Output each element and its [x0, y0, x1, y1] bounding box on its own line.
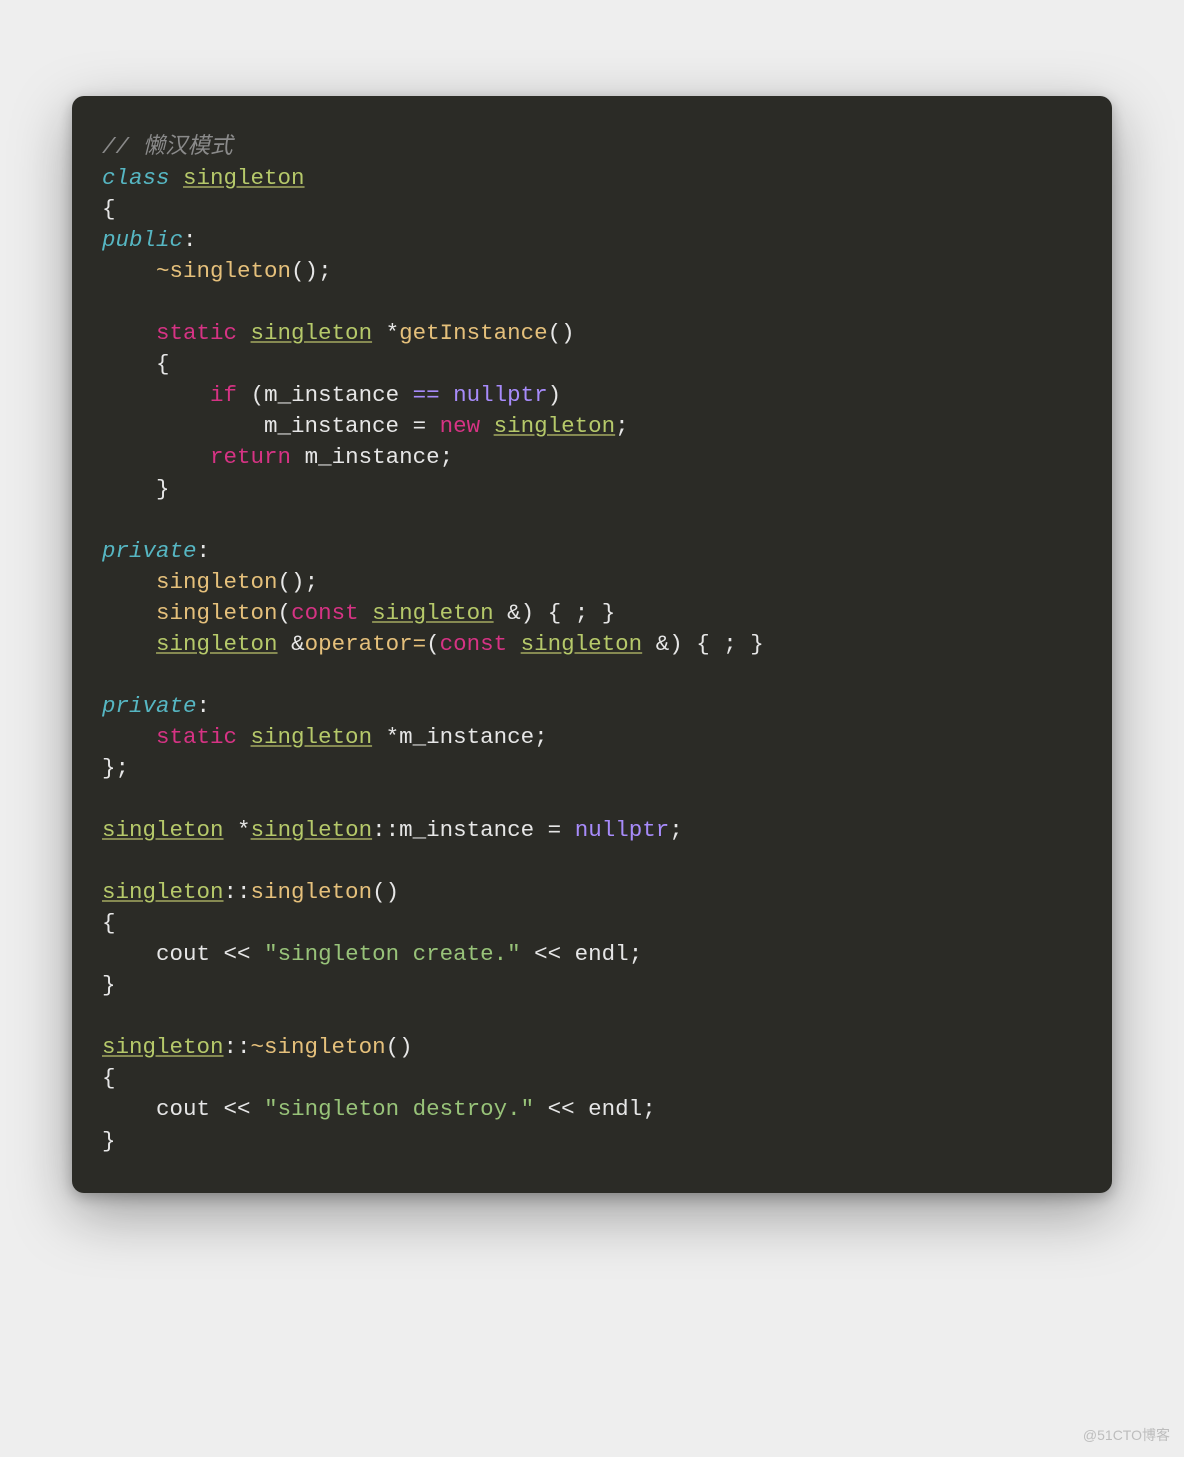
parens2: ()	[548, 320, 575, 346]
brace-close4: }	[102, 1128, 116, 1154]
scope-singleton2: singleton	[102, 879, 224, 905]
colon2: :	[197, 538, 211, 564]
class-close: };	[102, 755, 129, 781]
cout: cout	[156, 941, 210, 967]
m-instance2: m_instance	[264, 413, 399, 439]
semi2: ;	[615, 413, 629, 439]
parens4: ()	[372, 879, 399, 905]
star: *	[386, 320, 400, 346]
amp3: &	[656, 631, 670, 657]
lparen3: (	[426, 631, 440, 657]
lparen2: (	[278, 600, 292, 626]
ctor-def: singleton	[251, 879, 373, 905]
endl: endl	[575, 941, 629, 967]
type-singleton2: singleton	[372, 600, 494, 626]
str-destroy: "singleton destroy."	[264, 1096, 534, 1122]
kw-private: private	[102, 538, 197, 564]
dtor-def: ~singleton	[251, 1034, 386, 1060]
def-singleton: singleton	[102, 817, 224, 843]
type-singleton4: singleton	[251, 724, 373, 750]
code-card: // 懒汉模式 class singleton { public: ~singl…	[72, 96, 1112, 1193]
body-empty: { ; }	[548, 600, 616, 626]
m-instance-def: m_instance	[399, 817, 534, 843]
ltlt2: <<	[534, 941, 561, 967]
m-instance: m_instance	[264, 382, 399, 408]
code-block: // 懒汉模式 class singleton { public: ~singl…	[102, 132, 1082, 1157]
amp2: &	[291, 631, 305, 657]
brace-open: {	[102, 196, 116, 222]
kw-if: if	[210, 382, 237, 408]
m-instance3: m_instance	[305, 444, 440, 470]
scope3: ::	[224, 1034, 251, 1060]
colon: :	[183, 227, 197, 253]
nullptr2: nullptr	[575, 817, 670, 843]
nullptr: nullptr	[453, 382, 548, 408]
star3: *	[237, 817, 251, 843]
parens5: ()	[386, 1034, 413, 1060]
colon3: :	[197, 693, 211, 719]
kw-static: static	[156, 320, 237, 346]
ltlt1: <<	[224, 941, 251, 967]
ltlt3: <<	[224, 1096, 251, 1122]
star2: *	[386, 724, 400, 750]
m-instance4: m_instance	[399, 724, 534, 750]
type-singleton: singleton	[251, 320, 373, 346]
op-eq: operator=	[305, 631, 427, 657]
semi3: ;	[440, 444, 454, 470]
scope-singleton: singleton	[251, 817, 373, 843]
kw-class: class	[102, 165, 170, 191]
brace-open2: {	[156, 351, 170, 377]
fn-getinstance: getInstance	[399, 320, 548, 346]
scope-singleton3: singleton	[102, 1034, 224, 1060]
rparen2: )	[521, 600, 535, 626]
semi5: ;	[534, 724, 548, 750]
ctor-decl: singleton	[156, 569, 278, 595]
type-singleton3: singleton	[521, 631, 643, 657]
kw-new: new	[440, 413, 481, 439]
eq: =	[413, 413, 427, 439]
brace-open4: {	[102, 1065, 116, 1091]
kw-const: const	[291, 600, 359, 626]
id-singleton: singleton	[183, 165, 305, 191]
parens3: ()	[278, 569, 305, 595]
parens: ()	[291, 258, 318, 284]
watermark: @51CTO博客	[1083, 1425, 1170, 1445]
comment-line: // 懒汉模式	[102, 134, 233, 160]
semi4: ;	[305, 569, 319, 595]
str-create: "singleton create."	[264, 941, 521, 967]
copy-ctor: singleton	[156, 600, 278, 626]
ret-singleton: singleton	[156, 631, 278, 657]
kw-const2: const	[440, 631, 508, 657]
new-singleton: singleton	[494, 413, 616, 439]
brace-close3: }	[102, 972, 116, 998]
eqeq: ==	[413, 382, 440, 408]
ltlt4: <<	[548, 1096, 575, 1122]
scope2: ::	[224, 879, 251, 905]
kw-static2: static	[156, 724, 237, 750]
amp: &	[507, 600, 521, 626]
kw-return: return	[210, 444, 291, 470]
brace-open3: {	[102, 910, 116, 936]
kw-private2: private	[102, 693, 197, 719]
semi6: ;	[669, 817, 683, 843]
brace-close2: }	[156, 476, 170, 502]
body-empty2: { ; }	[696, 631, 764, 657]
kw-public: public	[102, 227, 183, 253]
rparen3: )	[669, 631, 683, 657]
lparen: (	[251, 382, 265, 408]
endl2: endl	[588, 1096, 642, 1122]
scope: ::	[372, 817, 399, 843]
rparen: )	[548, 382, 562, 408]
semi7: ;	[629, 941, 643, 967]
cout2: cout	[156, 1096, 210, 1122]
semi8: ;	[642, 1096, 656, 1122]
destructor-decl: ~singleton	[156, 258, 291, 284]
semi: ;	[318, 258, 332, 284]
eq2: =	[548, 817, 562, 843]
